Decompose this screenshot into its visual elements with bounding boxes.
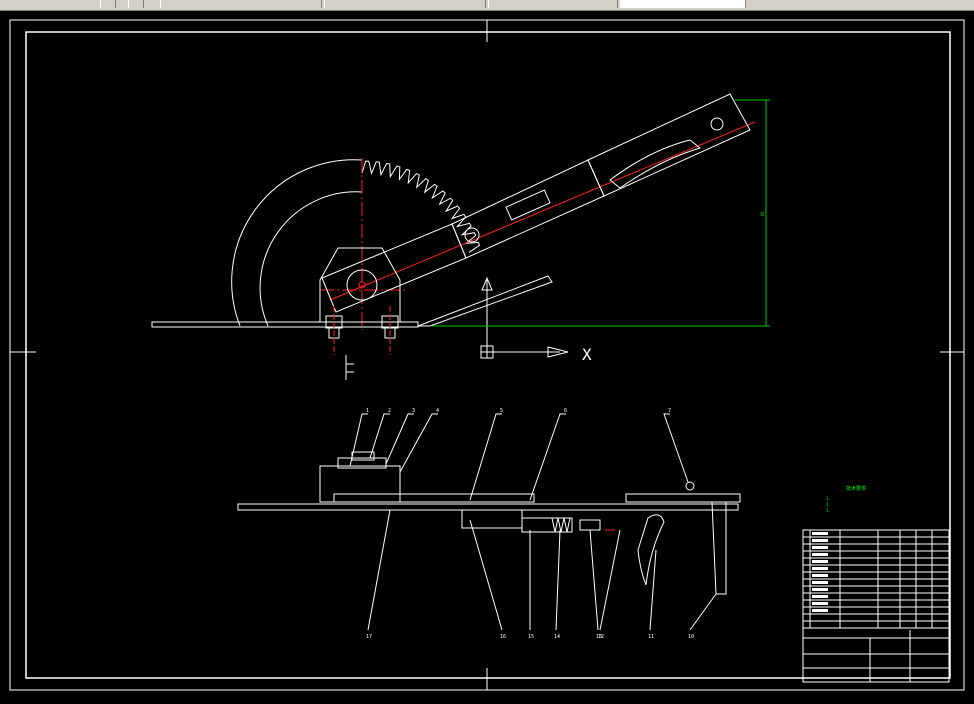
balloon-top-number: 5 <box>500 408 503 414</box>
title-block-cell-text <box>812 581 828 584</box>
title-block-cell-text <box>812 574 828 577</box>
left-leaders <box>345 355 354 380</box>
balloon-top-number: 4 <box>436 408 439 414</box>
note-line-2: 2. <box>826 502 831 507</box>
toolbar-dropdown[interactable] <box>324 0 486 8</box>
balloon-top-number: 6 <box>564 408 567 414</box>
title-block-cell-text <box>812 532 828 535</box>
balloon-bottom-leader <box>367 509 391 631</box>
balloon-top-number: 7 <box>668 408 671 414</box>
drawing-canvas[interactable]: X a 1234567 17 16 15 14 13 12 11 10 技术要求 1. <box>0 10 974 700</box>
title-block-cell-text <box>812 609 828 612</box>
dimension-text: a <box>760 210 764 218</box>
title-block-cell-text <box>812 602 828 605</box>
title-block-cell-text <box>812 539 828 542</box>
lever-arm <box>321 93 751 313</box>
balloon-top-number: 2 <box>388 408 391 414</box>
balloon-bottom-leader <box>689 593 717 631</box>
title-block-cell-text <box>812 595 828 598</box>
note-line-1: 1. <box>826 496 831 501</box>
gear-sector <box>231 159 481 327</box>
balloon-top-leader <box>399 413 438 473</box>
technical-notes: 技术要求 1. 2. 3. <box>826 485 866 513</box>
balloon-leaders-bottom: 17 16 15 14 1312 11 10 <box>366 509 717 640</box>
balloon-bottom-number: 15 <box>528 634 534 640</box>
balloon-bottom-leader <box>599 529 621 631</box>
base-plate <box>151 275 553 328</box>
toolbar-layer-field[interactable] <box>620 0 746 8</box>
balloon-bottom-number: 12 <box>598 634 604 640</box>
balloon-leaders-top: 1 2 3 4 5 6 7 <box>349 408 689 501</box>
section-view <box>237 451 741 595</box>
toolbar-icon-button[interactable] <box>100 0 116 8</box>
balloon-bottom-number: 17 <box>366 634 372 640</box>
balloon-bottom-number: 10 <box>688 634 694 640</box>
title-block <box>802 529 950 683</box>
balloon-bottom-number: 11 <box>648 634 654 640</box>
title-block-cell-text <box>812 553 828 556</box>
balloon-top-leader <box>469 413 502 501</box>
balloon-top-leader <box>385 413 414 465</box>
title-block-cell-text <box>812 546 828 549</box>
x-axis-label: X <box>582 345 592 364</box>
title-block-cell-text <box>812 588 828 591</box>
pivot-bracket <box>319 247 401 322</box>
balloon-bottom-number: 16 <box>500 634 506 640</box>
note-title: 技术要求 <box>846 485 866 492</box>
title-block-cell-text <box>812 567 828 570</box>
dimension-line: a <box>432 99 770 327</box>
toolbar-dropdown[interactable] <box>488 0 618 8</box>
balloon-top-leader <box>663 413 689 483</box>
balloon-bottom-leader <box>649 549 657 631</box>
note-line-3: 3. <box>826 508 831 513</box>
balloon-bottom-number: 14 <box>554 634 560 640</box>
balloon-bottom-leader <box>589 529 599 631</box>
balloon-top-leader <box>529 413 566 501</box>
balloon-top-number: 3 <box>412 408 415 414</box>
ucs-icon: X <box>480 276 592 364</box>
title-block-cell-text <box>812 560 828 563</box>
balloon-top-number: 1 <box>366 408 369 414</box>
balloon-bottom-leader <box>555 529 561 631</box>
toolbar-dropdown[interactable] <box>160 0 322 8</box>
balloon-bottom-leader <box>469 519 503 631</box>
toolbar-icon-button[interactable] <box>128 0 144 8</box>
balloon-top-leader <box>369 413 390 459</box>
